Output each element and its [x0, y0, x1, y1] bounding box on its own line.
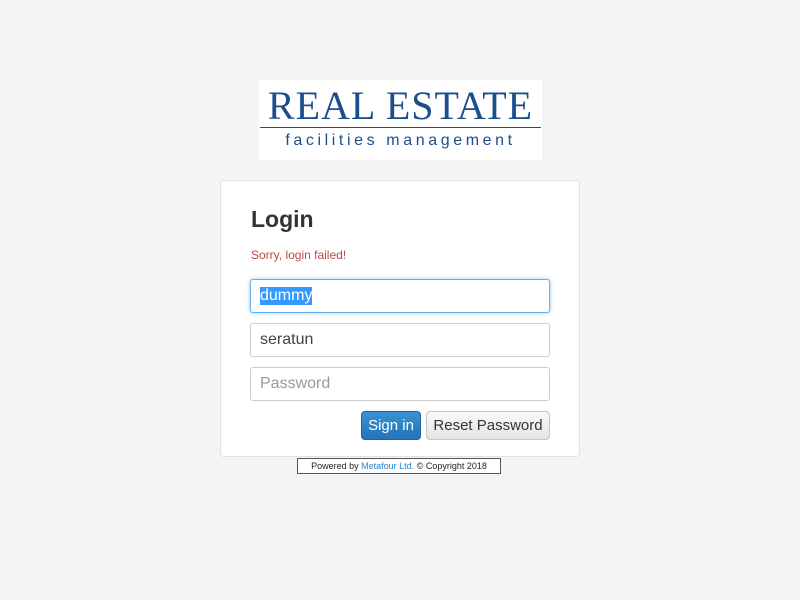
- password-input[interactable]: [250, 367, 550, 401]
- reset-password-button[interactable]: Reset Password: [426, 411, 550, 440]
- login-card: Login Sorry, login failed! Sign in Reset…: [220, 180, 580, 457]
- error-message: Sorry, login failed!: [251, 248, 347, 262]
- logo-subtitle: facilities management: [285, 132, 516, 149]
- username-input[interactable]: [250, 279, 550, 313]
- sign-in-button[interactable]: Sign in: [361, 411, 421, 440]
- logo-title: REAL ESTATE: [267, 83, 534, 128]
- logo-divider: [260, 127, 541, 128]
- footer-prefix: Powered by: [311, 461, 359, 471]
- login-page: REAL ESTATE facilities management Login …: [0, 0, 800, 600]
- company-link[interactable]: Metafour Ltd.: [361, 461, 414, 471]
- footer: Powered by Metafour Ltd. © Copyright 201…: [297, 458, 501, 474]
- organisation-input[interactable]: [250, 323, 550, 357]
- login-title: Login: [251, 206, 314, 232]
- footer-copyright: © Copyright 2018: [416, 461, 487, 471]
- logo: REAL ESTATE facilities management: [259, 80, 542, 160]
